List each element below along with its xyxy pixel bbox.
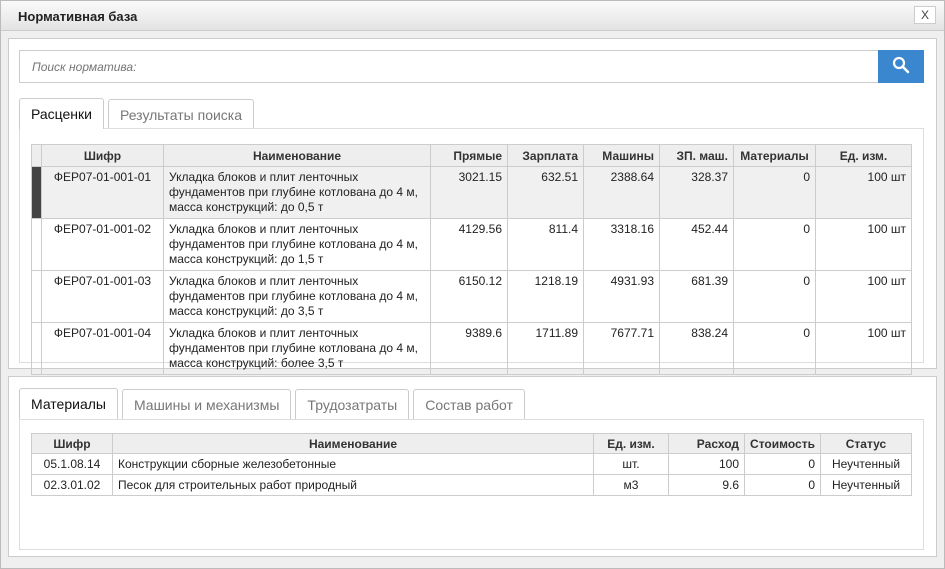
cell-salary: 1711.89	[507, 322, 584, 375]
cell-direct: 6150.12	[430, 270, 508, 323]
close-button[interactable]: X	[914, 6, 936, 24]
cell-name: Укладка блоков и плит ленточных фундамен…	[163, 322, 431, 375]
cell-cost: 0	[744, 453, 821, 475]
cell-machines: 4931.93	[583, 270, 660, 323]
cell-direct: 3021.15	[430, 166, 508, 219]
table-row[interactable]: ФЕР07-01-001-04 Укладка блоков и плит ле…	[31, 322, 912, 375]
rates-panel: Расценки Результаты поиска Шифр Наименов…	[8, 38, 937, 375]
cell-salary: 632.51	[507, 166, 584, 219]
cell-name: Укладка блоков и плит ленточных фундамен…	[163, 270, 431, 323]
cell-code: ФЕР07-01-001-03	[41, 270, 164, 323]
col-direct[interactable]: Прямые	[430, 144, 508, 167]
cell-consumption: 9.6	[668, 474, 745, 496]
selection-marker	[31, 218, 42, 271]
cell-name: Укладка блоков и плит ленточных фундамен…	[163, 218, 431, 271]
tab-labor[interactable]: Трудозатраты	[295, 389, 410, 419]
col-machines[interactable]: Машины	[583, 144, 660, 167]
materials-table: Шифр Наименование Ед. изм. Расход Стоимо…	[31, 433, 912, 496]
col-name[interactable]: Наименование	[163, 144, 431, 167]
cell-unit: м3	[593, 474, 669, 496]
cell-code: 02.3.01.02	[31, 474, 113, 496]
cell-code: ФЕР07-01-001-02	[41, 218, 164, 271]
col-unit[interactable]: Ед. изм.	[815, 144, 912, 167]
cell-name: Укладка блоков и плит ленточных фундамен…	[163, 166, 431, 219]
rates-table: Шифр Наименование Прямые Зарплата Машины…	[31, 144, 912, 375]
tab-materials[interactable]: Материалы	[19, 388, 118, 419]
col-salary[interactable]: Зарплата	[507, 144, 584, 167]
cell-materials: 0	[733, 218, 816, 271]
cell-code: 05.1.08.14	[31, 453, 113, 475]
cell-cost: 0	[744, 474, 821, 496]
col-unit[interactable]: Ед. изм.	[593, 433, 669, 454]
tab-machines[interactable]: Машины и механизмы	[121, 389, 292, 419]
table-row[interactable]: ФЕР07-01-001-02 Укладка блоков и плит ле…	[31, 218, 912, 271]
cell-status: Неучтенный	[820, 453, 912, 475]
col-cost[interactable]: Стоимость	[744, 433, 821, 454]
cell-code: ФЕР07-01-001-01	[41, 166, 164, 219]
search-input[interactable]	[19, 50, 879, 83]
marker-header	[31, 144, 42, 167]
cell-direct: 4129.56	[430, 218, 508, 271]
cell-unit: 100 шт	[815, 218, 912, 271]
selection-marker	[31, 322, 42, 375]
cell-machine-salary: 838.24	[659, 322, 734, 375]
cell-unit: 100 шт	[815, 166, 912, 219]
cell-unit: 100 шт	[815, 322, 912, 375]
dialog-title: Нормативная база	[18, 9, 138, 24]
cell-machines: 2388.64	[583, 166, 660, 219]
tab-work-composition[interactable]: Состав работ	[413, 389, 525, 419]
cell-name: Песок для строительных работ природный	[112, 474, 594, 496]
cell-consumption: 100	[668, 453, 745, 475]
selection-marker	[31, 270, 42, 323]
title-bar: Нормативная база X	[1, 1, 944, 31]
cell-machine-salary: 328.37	[659, 166, 734, 219]
table-row[interactable]: 05.1.08.14 Конструкции сборные железобет…	[31, 453, 912, 475]
col-code[interactable]: Шифр	[41, 144, 164, 167]
cell-machines: 3318.16	[583, 218, 660, 271]
cell-status: Неучтенный	[820, 474, 912, 496]
cell-unit: 100 шт	[815, 270, 912, 323]
cell-materials: 0	[733, 270, 816, 323]
details-panel: Материалы Машины и механизмы Трудозатрат…	[8, 376, 937, 557]
cell-machine-salary: 681.39	[659, 270, 734, 323]
cell-machines: 7677.71	[583, 322, 660, 375]
tab-rates[interactable]: Расценки	[19, 98, 104, 129]
col-code[interactable]: Шифр	[31, 433, 113, 454]
cell-materials: 0	[733, 322, 816, 375]
cell-name: Конструкции сборные железобетонные	[112, 453, 594, 475]
col-name[interactable]: Наименование	[112, 433, 594, 454]
cell-unit: шт.	[593, 453, 669, 475]
col-machine-salary[interactable]: ЗП. маш.	[659, 144, 734, 167]
search-button[interactable]	[878, 50, 924, 83]
cell-code: ФЕР07-01-001-04	[41, 322, 164, 375]
cell-salary: 1218.19	[507, 270, 584, 323]
search-icon	[892, 56, 910, 74]
table-row[interactable]: 02.3.01.02 Песок для строительных работ …	[31, 474, 912, 496]
cell-direct: 9389.6	[430, 322, 508, 375]
col-status[interactable]: Статус	[820, 433, 912, 454]
cell-salary: 811.4	[507, 218, 584, 271]
col-consumption[interactable]: Расход	[668, 433, 745, 454]
cell-machine-salary: 452.44	[659, 218, 734, 271]
table-row[interactable]: ФЕР07-01-001-03 Укладка блоков и плит ле…	[31, 270, 912, 323]
col-materials[interactable]: Материалы	[733, 144, 816, 167]
selection-marker	[31, 166, 42, 219]
table-row[interactable]: ФЕР07-01-001-01 Укладка блоков и плит ле…	[31, 166, 912, 219]
cell-materials: 0	[733, 166, 816, 219]
dialog-window: Нормативная база X Расценки Результаты п…	[0, 0, 945, 569]
tab-search-results[interactable]: Результаты поиска	[107, 99, 255, 129]
